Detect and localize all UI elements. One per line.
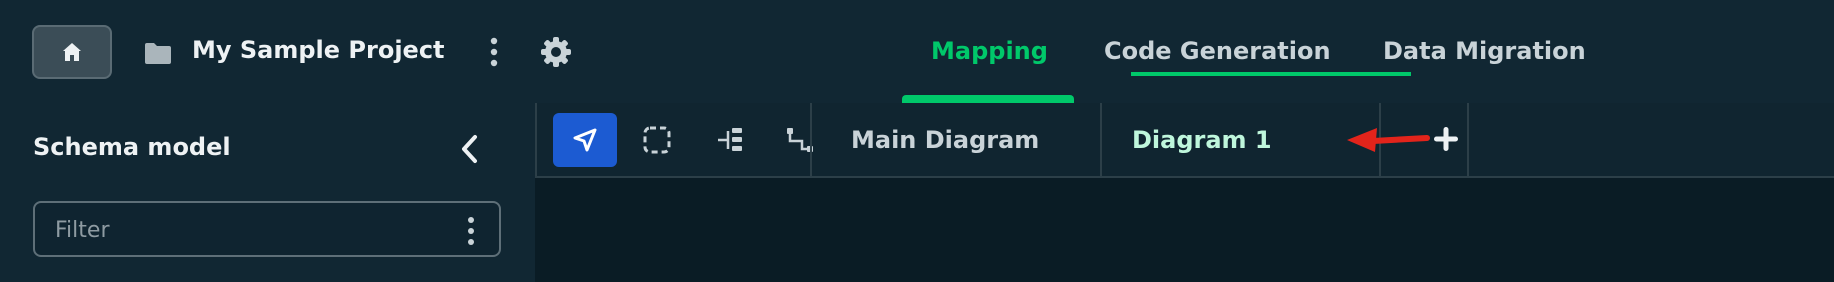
tab-data-migration[interactable]: Data Migration xyxy=(1383,37,1586,65)
filter-field xyxy=(33,201,501,257)
active-tab-indicator xyxy=(902,95,1074,103)
home-button[interactable] xyxy=(32,25,112,79)
relationship-tool-button[interactable] xyxy=(768,113,832,167)
gear-icon[interactable] xyxy=(540,36,572,68)
tab-diagram-1[interactable]: Diagram 1 xyxy=(1132,126,1272,154)
tab-divider xyxy=(1100,103,1102,178)
marquee-select-icon xyxy=(643,126,671,154)
diagram-toolbar: Main Diagram Diagram 1 xyxy=(535,103,1834,178)
marquee-select-tool-button[interactable] xyxy=(625,113,689,167)
tree-layout-tool-button[interactable] xyxy=(698,113,762,167)
active-diagram-tab-indicator xyxy=(1131,72,1411,76)
tab-main-diagram[interactable]: Main Diagram xyxy=(851,126,1039,154)
tab-mapping[interactable]: Mapping xyxy=(931,37,1048,65)
toolbar-divider xyxy=(810,103,812,178)
pointer-tool-button[interactable] xyxy=(553,113,617,167)
pointer-icon xyxy=(573,128,597,152)
filter-more-icon[interactable] xyxy=(467,216,475,246)
home-icon xyxy=(63,43,81,61)
schema-sidebar: Schema model xyxy=(0,103,535,282)
tab-divider xyxy=(1467,103,1469,178)
app-window: My Sample Project Mapping Code Generatio… xyxy=(0,0,1834,282)
top-header: My Sample Project Mapping Code Generatio… xyxy=(0,0,1834,103)
diagram-canvas[interactable] xyxy=(535,178,1834,282)
folder-icon xyxy=(145,43,171,64)
red-arrow-annotation-icon xyxy=(1347,128,1430,152)
tab-code-generation[interactable]: Code Generation xyxy=(1104,37,1331,65)
filter-input[interactable] xyxy=(55,215,435,245)
tree-layout-icon xyxy=(718,128,742,151)
project-name[interactable]: My Sample Project xyxy=(192,36,445,64)
add-diagram-tab-icon[interactable] xyxy=(1432,125,1460,153)
sidebar-title: Schema model xyxy=(33,133,231,161)
project-more-icon[interactable] xyxy=(490,36,498,68)
chevron-left-icon[interactable] xyxy=(459,133,481,165)
